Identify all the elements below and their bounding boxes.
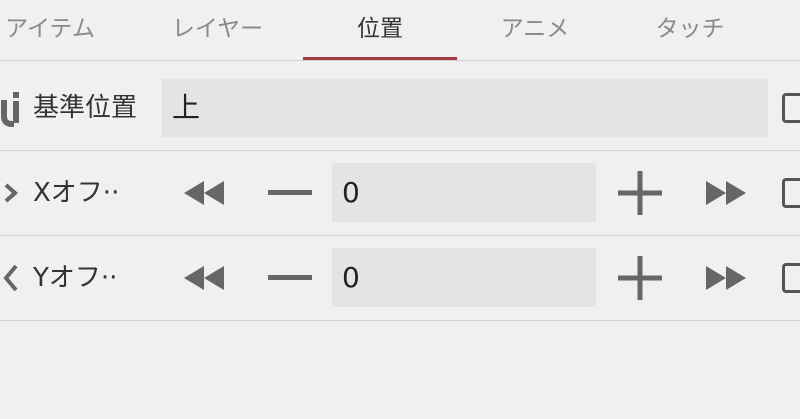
anchor-position-row: 基準位置 上 xyxy=(0,66,800,151)
fast-increase-icon xyxy=(706,181,746,205)
x-fast-increase-button[interactable] xyxy=(700,168,750,218)
chevron-vertical-icon xyxy=(3,264,18,292)
y-offset-label: Yオフ·· xyxy=(33,263,118,293)
anchor-position-select[interactable]: 上 xyxy=(162,79,768,137)
fast-decrease-icon xyxy=(184,266,224,290)
fast-decrease-icon xyxy=(184,181,224,205)
x-offset-row: Xオフ·· 0 xyxy=(0,151,800,236)
x-decrease-button[interactable] xyxy=(265,168,315,218)
x-offset-checkbox[interactable] xyxy=(782,178,800,208)
fast-increase-icon xyxy=(706,266,746,290)
tab-touch[interactable]: タッチ xyxy=(635,0,745,58)
tab-anime[interactable]: アニメ xyxy=(480,0,590,58)
y-offset-input[interactable]: 0 xyxy=(332,248,596,307)
anchor-position-label: 基準位置 xyxy=(33,93,138,123)
y-increase-button[interactable] xyxy=(615,253,665,303)
plus-icon xyxy=(618,256,662,300)
tab-layer[interactable]: レイヤー xyxy=(155,0,280,58)
anchor-position-icon xyxy=(1,92,19,127)
tab-layer-label: レイヤー xyxy=(171,16,264,42)
y-fast-decrease-button[interactable] xyxy=(180,253,230,303)
x-increase-button[interactable] xyxy=(615,168,665,218)
tab-touch-label: タッチ xyxy=(655,16,725,42)
tab-bar: アイテム レイヤー 位置 アニメ タッチ xyxy=(0,0,800,61)
x-fast-decrease-button[interactable] xyxy=(180,168,230,218)
y-offset-checkbox[interactable] xyxy=(782,263,800,293)
plus-icon xyxy=(618,171,662,215)
x-offset-label: Xオフ·· xyxy=(33,178,120,208)
x-offset-input[interactable]: 0 xyxy=(332,163,596,222)
y-fast-increase-button[interactable] xyxy=(700,253,750,303)
y-offset-row: Yオフ·· 0 xyxy=(0,236,800,321)
minus-icon xyxy=(268,275,312,280)
tab-anime-label: アニメ xyxy=(500,16,570,42)
chevron-right-icon xyxy=(4,183,19,203)
tab-position[interactable]: 位置 xyxy=(303,0,457,60)
y-decrease-button[interactable] xyxy=(265,253,315,303)
anchor-position-checkbox[interactable] xyxy=(782,93,800,123)
tab-active-indicator xyxy=(303,57,457,60)
minus-icon xyxy=(268,190,312,195)
tab-item[interactable]: アイテム xyxy=(0,0,110,58)
tab-position-label: 位置 xyxy=(357,16,403,42)
tab-item-label: アイテム xyxy=(5,16,95,42)
